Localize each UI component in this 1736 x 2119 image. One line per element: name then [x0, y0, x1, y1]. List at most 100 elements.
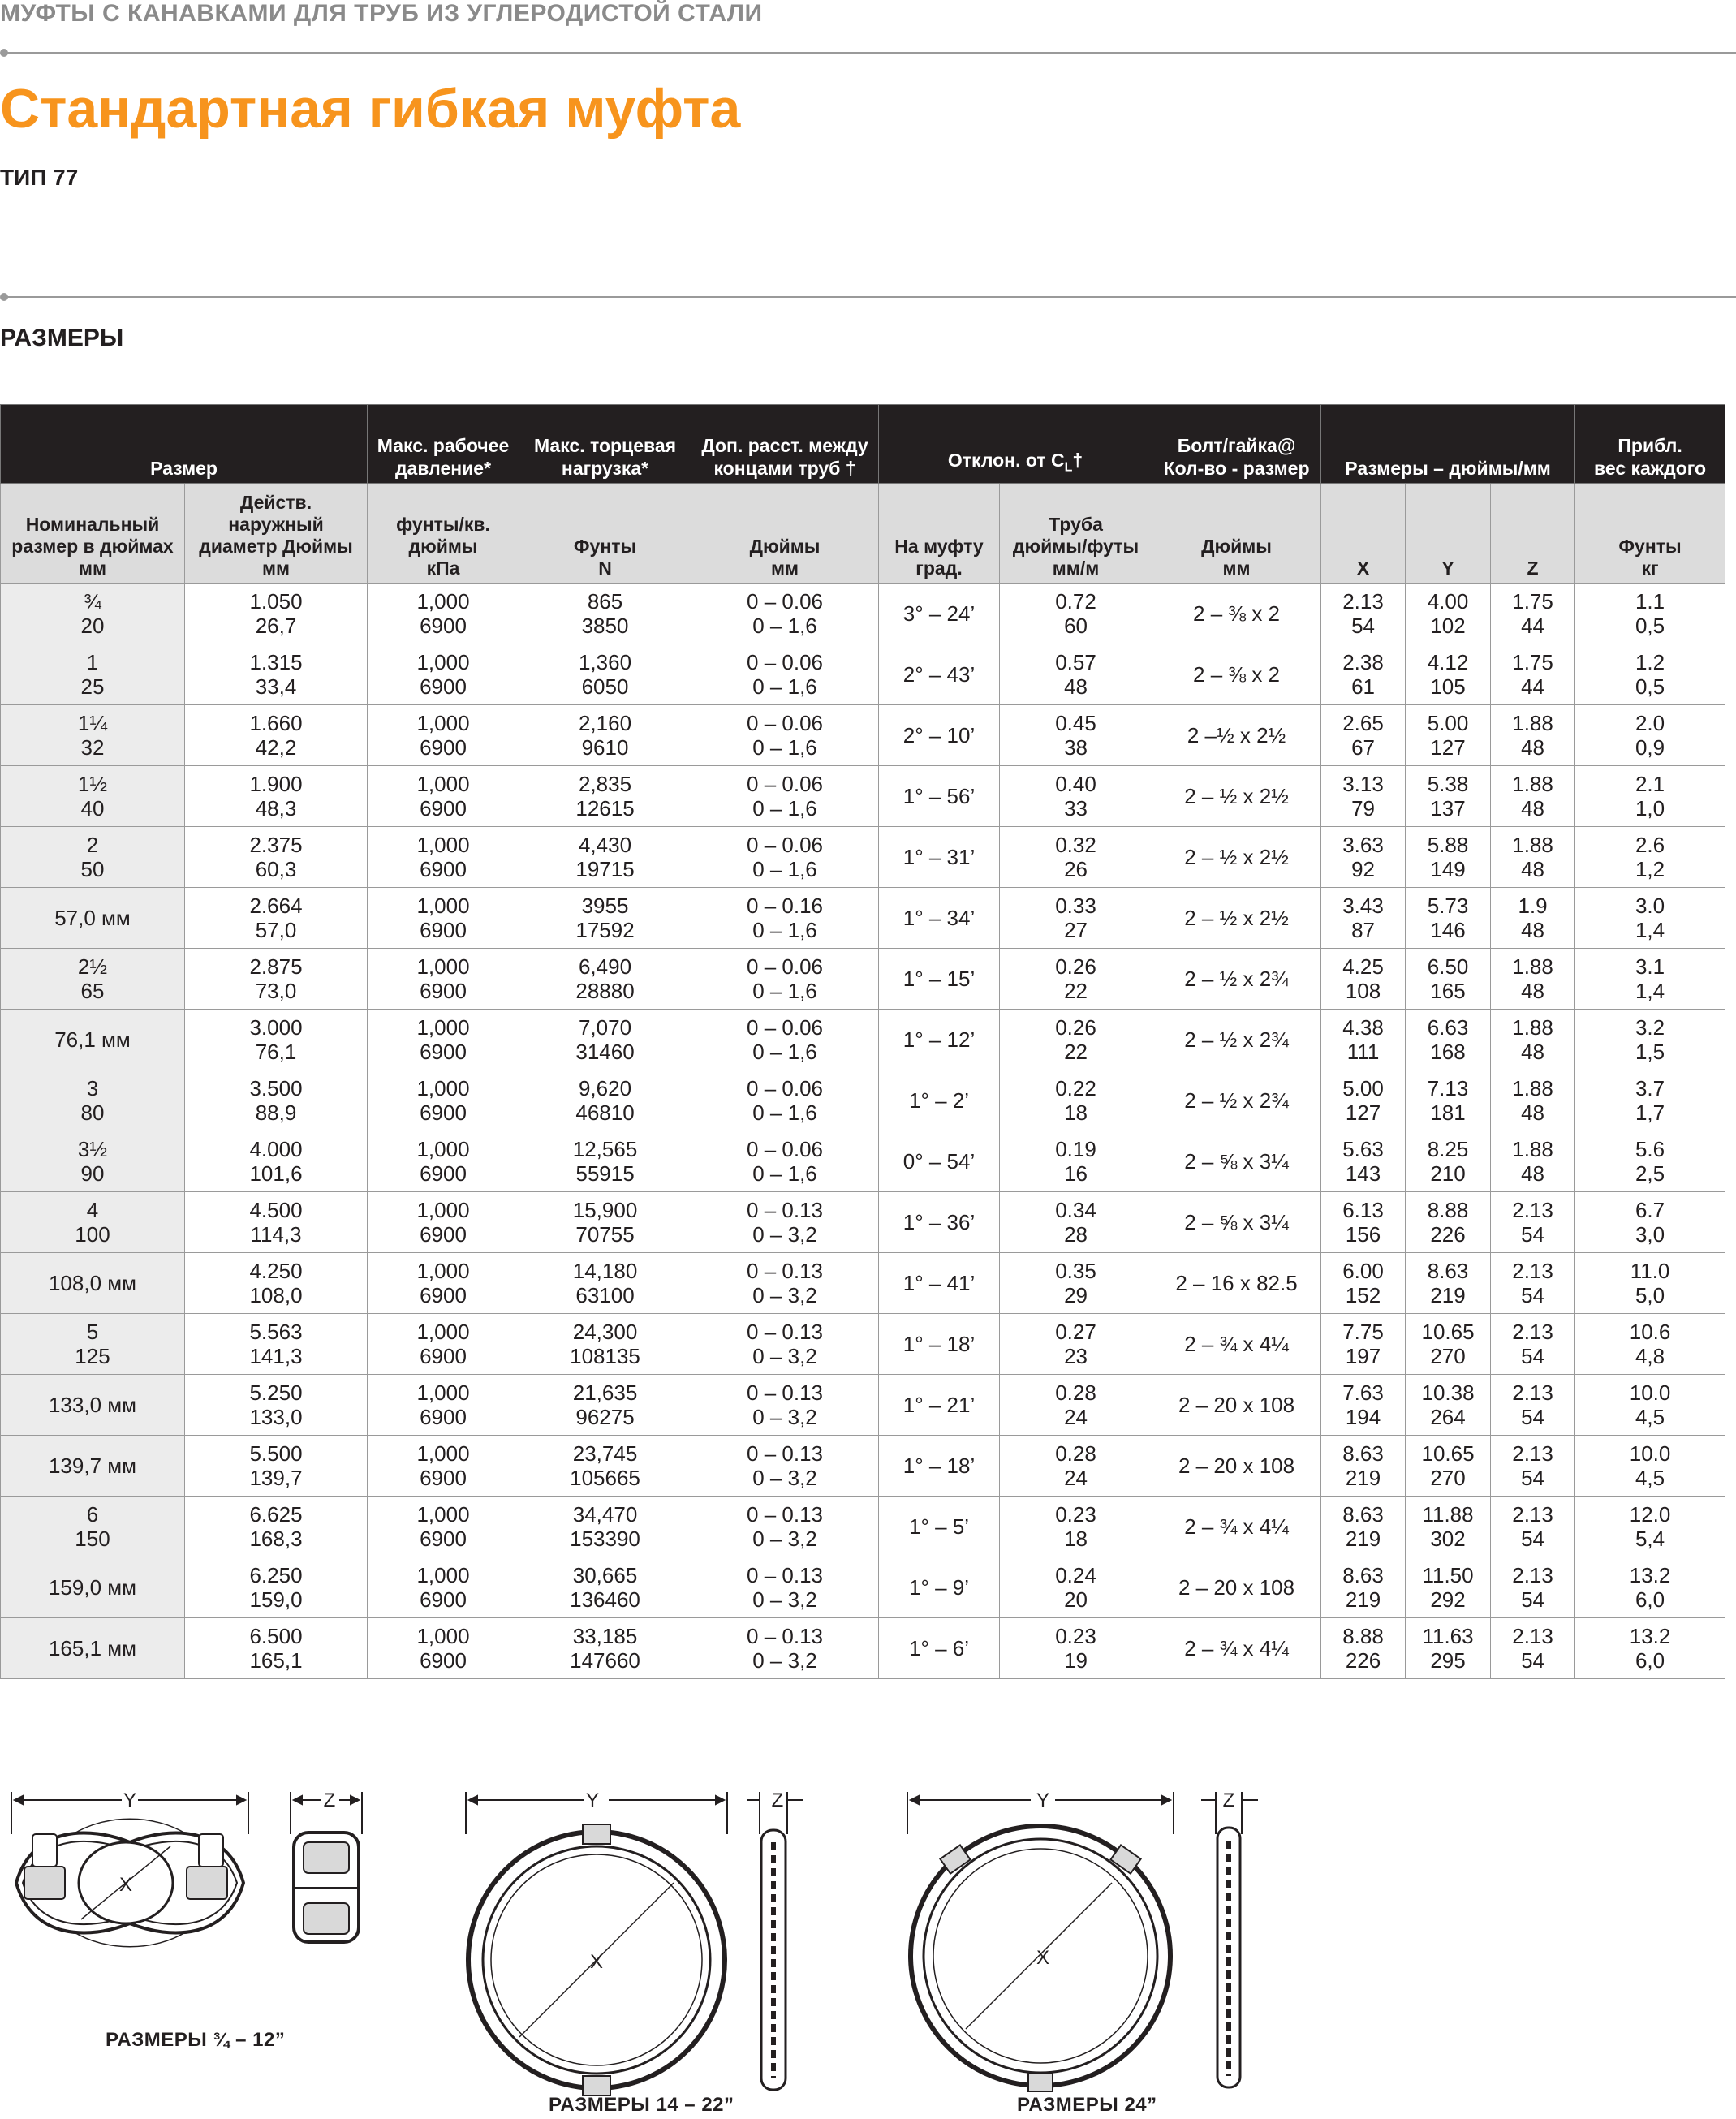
cell-bolt: 2 – ½ x 2¾: [1152, 1070, 1322, 1131]
unit-header-deflection-pipe: Труба дюймы/футы мм/м: [999, 483, 1153, 584]
cell-od: 4.000 101,6: [183, 1131, 368, 1192]
cell-od: 2.875 73,0: [183, 948, 368, 1010]
table-row: 5 125 5.563 141,3 1,000 6900 24,300 108135 0 – 0…: [0, 1313, 1726, 1375]
cell-bolt: 2 – ¾ x 4¼: [1152, 1617, 1322, 1679]
cell-dim-y: 4.00 102: [1405, 583, 1492, 644]
mid-divider: [0, 293, 1736, 301]
cell-size: 159,0 мм: [0, 1557, 185, 1618]
dim-label-x: X: [119, 1874, 132, 1896]
weight-group-header: Прибл. вес каждого: [1574, 404, 1726, 484]
cell-weight: 5.6 2,5: [1574, 1131, 1726, 1192]
cell-dim-y: 5.73 146: [1405, 887, 1492, 949]
cell-dim-y: 11.50 292: [1405, 1557, 1492, 1618]
cell-deflection-pipe: 0.23 19: [999, 1617, 1153, 1679]
cell-deflection-pipe: 0.57 48: [999, 644, 1153, 705]
cell-dim-x: 7.75 197: [1320, 1313, 1406, 1375]
cell-dim-z: 2.13 54: [1490, 1617, 1576, 1679]
cell-size: 108,0 мм: [0, 1252, 185, 1314]
cell-pressure: 1,000 6900: [367, 1070, 520, 1131]
cell-dim-y: 10.65 270: [1405, 1313, 1492, 1375]
cell-bolt: 2 – ⅜ x 2: [1152, 644, 1322, 705]
cell-dim-x: 2.13 54: [1320, 583, 1406, 644]
cell-weight: 2.0 0,9: [1574, 704, 1726, 766]
table-row: 2 50 2.375 60,3 1,000 6900 4,430 19715 0 – 0.06 0…: [0, 826, 1726, 888]
figure-caption-large: РАЗМЕРЫ 24”: [1017, 2094, 1157, 2116]
table-row: 159,0 мм 6.250 159,0 1,000 6900 30,665 136460 0…: [0, 1557, 1726, 1618]
page-title: Стандартная гибкая муфта: [0, 78, 741, 140]
cell-od: 6.500 165,1: [183, 1617, 368, 1679]
table-row: 139,7 мм 5.500 139,7 1,000 6900 23,745 105665 0…: [0, 1435, 1726, 1497]
cell-endload: 6,490 28880: [519, 948, 692, 1010]
cell-dim-x: 4.38 111: [1320, 1009, 1406, 1070]
cell-size: 133,0 мм: [0, 1374, 185, 1436]
cell-dim-y: 8.88 226: [1405, 1191, 1492, 1253]
cell-endload: 1,360 6050: [519, 644, 692, 705]
cell-deflection-coupling: 1° – 9’: [878, 1557, 1001, 1618]
cell-od: 3.500 88,9: [183, 1070, 368, 1131]
cell-gap: 0 – 0.13 0 – 3,2: [691, 1191, 880, 1253]
cell-dim-y: 11.88 302: [1405, 1496, 1492, 1557]
cell-weight: 10.0 4,5: [1574, 1435, 1726, 1497]
cell-weight: 10.6 4,8: [1574, 1313, 1726, 1375]
cell-deflection-pipe: 0.45 38: [999, 704, 1153, 766]
cell-endload: 15,900 70755: [519, 1191, 692, 1253]
cell-dim-z: 1.88 48: [1490, 948, 1576, 1010]
cell-pressure: 1,000 6900: [367, 1131, 520, 1192]
cell-pressure: 1,000 6900: [367, 1374, 520, 1436]
cell-weight: 13.2 6,0: [1574, 1617, 1726, 1679]
cell-dim-y: 8.25 210: [1405, 1131, 1492, 1192]
cell-deflection-pipe: 0.32 26: [999, 826, 1153, 888]
top-divider: [0, 49, 1736, 57]
cell-endload: 33,185 147660: [519, 1617, 692, 1679]
cell-deflection-coupling: 1° – 5’: [878, 1496, 1001, 1557]
cell-size: 57,0 мм: [0, 887, 185, 949]
cell-od: 1.660 42,2: [183, 704, 368, 766]
cell-size: 3½ 90: [0, 1131, 185, 1192]
unit-header-size: Номинальный размер в дюймах мм: [0, 483, 185, 584]
cell-deflection-coupling: 0° – 54’: [878, 1131, 1001, 1192]
cell-deflection-coupling: 1° – 34’: [878, 887, 1001, 949]
cell-endload: 4,430 19715: [519, 826, 692, 888]
unit-header-dim-z: Z: [1490, 483, 1576, 584]
cell-bolt: 2 – ½ x 2½: [1152, 887, 1322, 949]
cell-deflection-pipe: 0.28 24: [999, 1374, 1153, 1436]
cell-endload: 9,620 46810: [519, 1070, 692, 1131]
cell-bolt: 2 – ½ x 2½: [1152, 826, 1322, 888]
cell-weight: 1.2 0,5: [1574, 644, 1726, 705]
cell-gap: 0 – 0.06 0 – 1,6: [691, 1131, 880, 1192]
dimensions-table: Размер Макс. рабочее давление* Макс. торц…: [0, 404, 1726, 1679]
cell-bolt: 2 – ⅝ x 3¼: [1152, 1191, 1322, 1253]
cell-od: 5.250 133,0: [183, 1374, 368, 1436]
cell-deflection-coupling: 1° – 12’: [878, 1009, 1001, 1070]
table-row: 2½ 65 2.875 73,0 1,000 6900 6,490 28880 0 – 0.06…: [0, 948, 1726, 1010]
dim-label-z: Z: [1223, 1790, 1235, 1811]
coupling-figure-large: Y X Z: [907, 1790, 1258, 2092]
cell-deflection-coupling: 3° – 24’: [878, 583, 1001, 644]
bolt-group-header: Болт/гайка@ Кол-во - размер: [1152, 404, 1322, 484]
cell-deflection-pipe: 0.33 27: [999, 887, 1153, 949]
cell-size: ¾ 20: [0, 583, 185, 644]
dim-label-y: Y: [586, 1790, 599, 1811]
cell-deflection-coupling: 1° – 6’: [878, 1617, 1001, 1679]
cell-endload: 30,665 136460: [519, 1557, 692, 1618]
cell-bolt: 2 – 20 x 108: [1152, 1374, 1322, 1436]
table-row: 108,0 мм 4.250 108,0 1,000 6900 14,180 63100 0 …: [0, 1252, 1726, 1314]
cell-dim-z: 1.88 48: [1490, 1070, 1576, 1131]
cell-endload: 21,635 96275: [519, 1374, 692, 1436]
cell-dim-z: 1.88 48: [1490, 1131, 1576, 1192]
cell-dim-z: 1.9 48: [1490, 887, 1576, 949]
cell-gap: 0 – 0.13 0 – 3,2: [691, 1435, 880, 1497]
cell-pressure: 1,000 6900: [367, 1496, 520, 1557]
cell-weight: 3.1 1,4: [1574, 948, 1726, 1010]
cell-pressure: 1,000 6900: [367, 1313, 520, 1375]
cell-size: 2½ 65: [0, 948, 185, 1010]
cell-dim-x: 8.63 219: [1320, 1557, 1406, 1618]
product-type: ТИП 77: [0, 165, 79, 190]
cell-pressure: 1,000 6900: [367, 948, 520, 1010]
cell-dim-z: 2.13 54: [1490, 1313, 1576, 1375]
cell-pressure: 1,000 6900: [367, 644, 520, 705]
cell-endload: 23,745 105665: [519, 1435, 692, 1497]
cell-od: 2.664 57,0: [183, 887, 368, 949]
endload-group-header: Макс. торцевая нагрузка*: [519, 404, 692, 484]
cell-dim-x: 7.63 194: [1320, 1374, 1406, 1436]
